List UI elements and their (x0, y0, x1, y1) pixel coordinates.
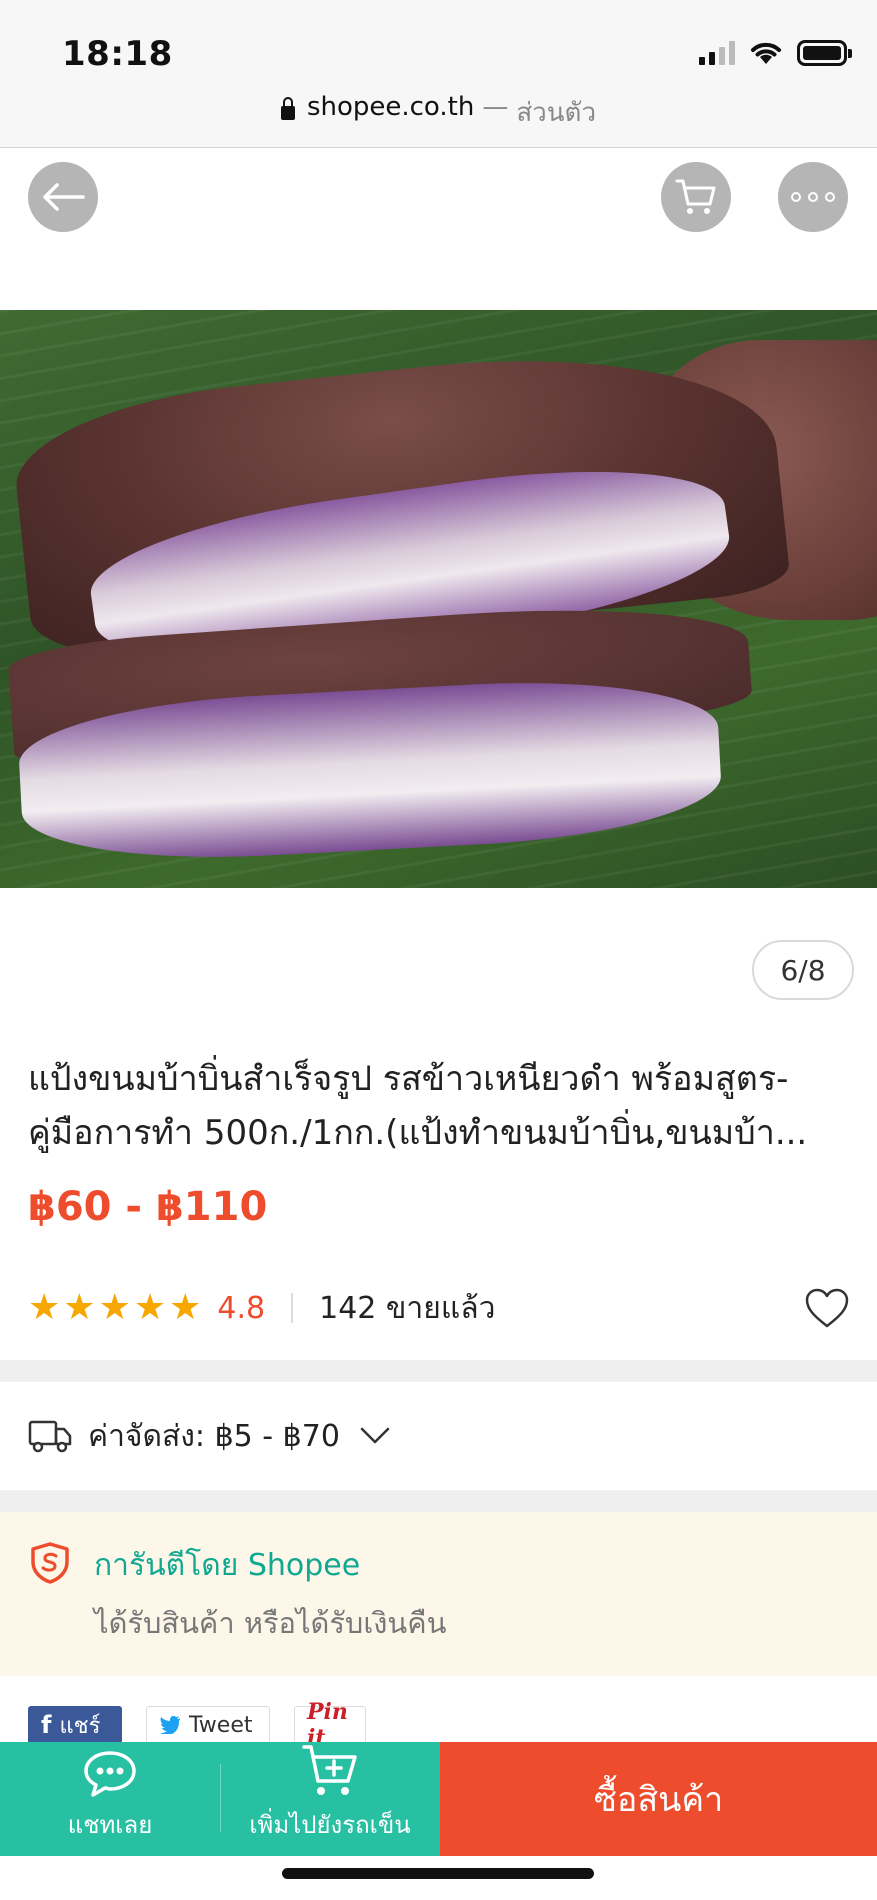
cart-button[interactable] (661, 162, 731, 232)
facebook-icon: f (41, 1711, 52, 1739)
star-icon: ★ (63, 1287, 96, 1328)
star-icon: ★ (28, 1287, 61, 1328)
product-title: แป้งขนมบ้าบิ่นสำเร็จรูป รสข้าวเหนียวดำ พ… (28, 1059, 808, 1153)
chevron-down-icon (360, 1427, 390, 1444)
home-indicator (282, 1868, 594, 1879)
more-icon (791, 192, 835, 202)
heart-icon[interactable] (804, 1287, 850, 1329)
facebook-share-button[interactable]: f แชร์ (28, 1706, 122, 1744)
section-divider (0, 1490, 877, 1512)
divider (291, 1293, 294, 1323)
bottom-action-bar: แชทเลย เพิ่มไปยังรถเข็น ซื้อสินค้า (0, 1742, 877, 1856)
sold-count: 142 ขายแล้ว (319, 1290, 496, 1326)
add-to-cart-label: เพิ่มไปยังรถเข็น (249, 1811, 411, 1839)
cart-icon (675, 179, 716, 214)
star-icon: ★ (98, 1287, 131, 1328)
guarantee-banner[interactable]: การันตีโดย Shopee ได้รับสินค้า หรือได้รั… (0, 1512, 877, 1676)
star-icon: ★ (169, 1287, 202, 1328)
url-domain: shopee.co.th (306, 92, 475, 122)
back-button[interactable] (28, 162, 98, 232)
add-to-cart-icon (302, 1745, 357, 1795)
rating-row: ★ ★ ★ ★ ★ 4.8 142 ขายแล้ว (28, 1280, 850, 1336)
private-mode-label: ส่วนตัว (516, 98, 597, 128)
image-counter: 6/8 (752, 940, 854, 1000)
rating-stars: ★ ★ ★ ★ ★ (28, 1290, 201, 1326)
status-icons (699, 40, 852, 66)
truck-icon (28, 1420, 72, 1453)
product-price: ฿60 - ฿110 (28, 1184, 268, 1230)
tweet-button[interactable]: Tweet (146, 1706, 270, 1744)
status-time: 18:18 (62, 34, 173, 74)
url-bar[interactable]: shopee.co.th — ส่วนตัว (0, 88, 877, 148)
battery-icon (797, 40, 852, 66)
twitter-icon (160, 1716, 180, 1734)
more-button[interactable] (778, 162, 848, 232)
section-divider (0, 1360, 877, 1382)
tweet-label: Tweet (189, 1712, 253, 1738)
chat-icon (84, 1751, 136, 1797)
shield-icon (31, 1542, 69, 1584)
product-photo (0, 310, 877, 888)
guarantee-subtitle: ได้รับสินค้า หรือได้รับเงินคืน (94, 1606, 447, 1640)
product-image-gallery[interactable] (0, 148, 877, 888)
facebook-share-label: แชร์ (59, 1713, 101, 1739)
star-icon: ★ (133, 1287, 167, 1328)
shipping-row[interactable]: ค่าจัดส่ง: ฿5 - ฿70 (0, 1382, 877, 1490)
status-bar: 18:18 (0, 0, 877, 90)
guarantee-title: การันตีโดย Shopee (94, 1548, 361, 1583)
chat-label: แชทเลย (67, 1811, 153, 1839)
lock-icon (280, 97, 295, 120)
bottom-left-group: แชทเลย เพิ่มไปยังรถเข็น (0, 1742, 440, 1856)
shipping-fee: ค่าจัดส่ง: ฿5 - ฿70 (88, 1418, 340, 1454)
buy-now-button[interactable]: ซื้อสินค้า (440, 1742, 877, 1856)
wifi-icon (751, 42, 781, 64)
add-to-cart-button[interactable]: เพิ่มไปยังรถเข็น (220, 1742, 440, 1856)
rating-value: 4.8 (217, 1290, 266, 1326)
share-row: f แชร์ Tweet Pin it (28, 1699, 366, 1751)
back-arrow-icon (43, 183, 85, 211)
chat-button[interactable]: แชทเลย (0, 1742, 220, 1856)
url-separator: — (482, 92, 509, 122)
signal-icon (699, 41, 735, 65)
pinterest-button[interactable]: Pin it (294, 1699, 366, 1751)
